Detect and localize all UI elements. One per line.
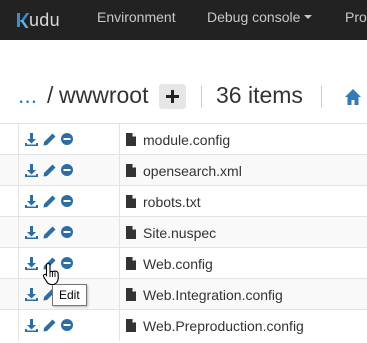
row-actions xyxy=(18,124,120,155)
kudu-k-icon xyxy=(16,12,30,28)
row-actions xyxy=(18,186,120,217)
download-icon[interactable] xyxy=(25,195,38,208)
file-name-cell[interactable]: opensearch.xml xyxy=(126,155,242,186)
pencil-icon[interactable] xyxy=(43,226,56,239)
nav-environment[interactable]: Environment xyxy=(97,0,176,40)
add-item-button[interactable] xyxy=(159,84,186,109)
file-icon xyxy=(126,257,136,270)
path-separator: / xyxy=(47,82,54,108)
home-icon[interactable] xyxy=(344,88,362,106)
current-folder-name: wwwroot xyxy=(59,82,149,108)
divider xyxy=(321,86,322,108)
file-icon xyxy=(126,319,136,332)
download-icon[interactable] xyxy=(25,257,38,270)
file-icon xyxy=(126,133,136,146)
minus-circle-icon[interactable] xyxy=(61,319,73,331)
download-icon[interactable] xyxy=(25,164,38,177)
row-actions xyxy=(18,248,120,279)
minus-circle-icon[interactable] xyxy=(61,226,73,238)
file-name-cell[interactable]: Site.nuspec xyxy=(126,217,216,248)
download-icon[interactable] xyxy=(25,226,38,239)
hand-cursor-icon xyxy=(42,262,59,286)
file-icon xyxy=(126,226,136,239)
minus-circle-icon[interactable] xyxy=(61,195,73,207)
file-name: Web.config xyxy=(143,255,213,272)
file-name: Site.nuspec xyxy=(143,224,217,241)
row-actions xyxy=(18,155,120,186)
plus-icon xyxy=(166,90,179,103)
divider xyxy=(201,86,202,108)
table-row: robots.txt xyxy=(0,185,367,217)
brand-text: udu xyxy=(29,9,60,30)
download-icon[interactable] xyxy=(25,319,38,332)
file-name-cell[interactable]: module.config xyxy=(126,124,230,155)
nav-debug-console-label: Debug console xyxy=(207,9,301,25)
pencil-icon[interactable] xyxy=(43,319,56,332)
top-navbar: udu Environment Debug console Pro xyxy=(0,0,367,40)
row-actions xyxy=(18,217,120,248)
minus-circle-icon[interactable] xyxy=(61,164,73,176)
file-name: opensearch.xml xyxy=(143,162,242,179)
row-actions xyxy=(18,310,120,341)
table-row: Site.nuspec xyxy=(0,216,367,248)
nav-debug-console[interactable]: Debug console xyxy=(207,0,313,40)
minus-circle-icon[interactable] xyxy=(61,257,73,269)
file-name-cell[interactable]: Web.Preproduction.config xyxy=(126,310,304,341)
file-name: robots.txt xyxy=(143,193,201,210)
file-name: module.config xyxy=(143,131,231,148)
table-row: opensearch.xml xyxy=(0,154,367,186)
file-icon xyxy=(126,288,136,301)
item-count: 36 items xyxy=(216,82,303,108)
brand-logo[interactable]: udu xyxy=(16,6,60,34)
table-row: Web.Preproduction.config xyxy=(0,309,367,341)
pencil-icon[interactable] xyxy=(43,133,56,146)
file-icon xyxy=(126,164,136,177)
file-name-cell[interactable]: Web.Integration.config xyxy=(126,279,283,310)
file-name: Web.Preproduction.config xyxy=(143,317,304,334)
minus-circle-icon[interactable] xyxy=(61,133,73,145)
caret-down-icon xyxy=(304,15,313,20)
download-icon[interactable] xyxy=(25,288,38,301)
file-name: Web.Integration.config xyxy=(143,286,283,303)
edit-tooltip: Edit xyxy=(52,284,87,306)
file-name-cell[interactable]: robots.txt xyxy=(126,186,201,217)
pencil-icon[interactable] xyxy=(43,164,56,177)
nav-process-explorer[interactable]: Pro xyxy=(345,0,367,40)
pencil-icon[interactable] xyxy=(43,195,56,208)
file-icon xyxy=(126,195,136,208)
path-ellipsis-link[interactable]: ... xyxy=(18,82,37,109)
file-name-cell[interactable]: Web.config xyxy=(126,248,213,279)
table-row: module.config xyxy=(0,123,367,155)
download-icon[interactable] xyxy=(25,133,38,146)
